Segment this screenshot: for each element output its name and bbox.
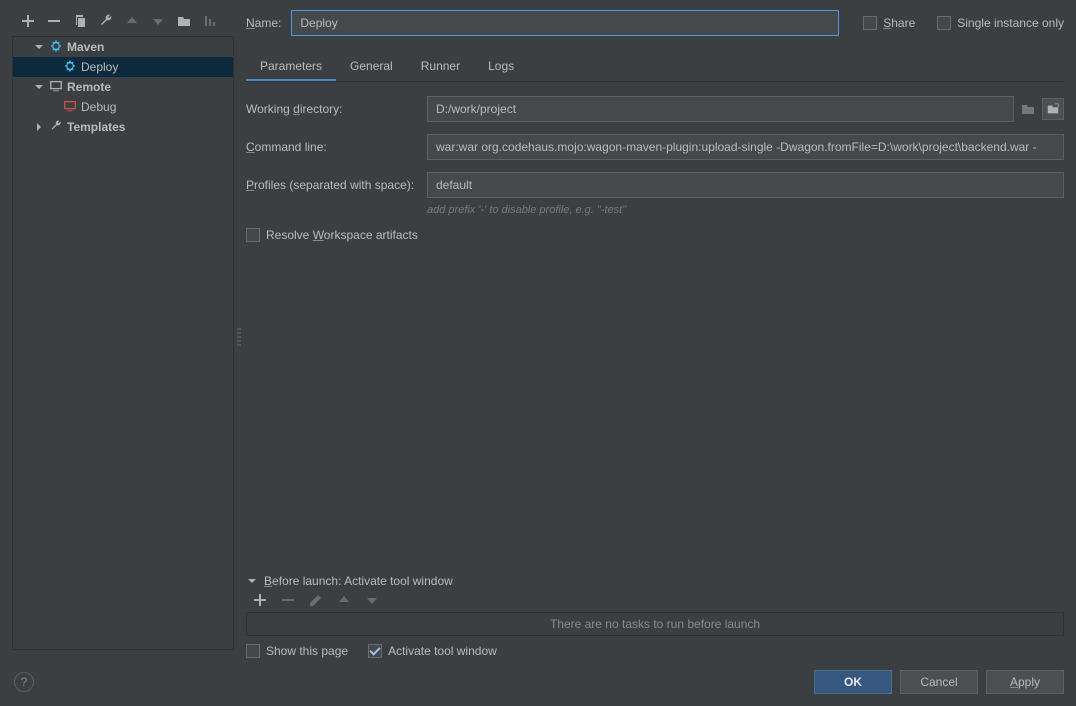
tree-group-templates[interactable]: Templates <box>13 117 233 137</box>
name-label: Name: <box>246 16 281 30</box>
move-down-icon[interactable] <box>150 13 166 29</box>
debug-icon <box>63 99 77 116</box>
move-up-icon[interactable] <box>124 13 140 29</box>
tree-label: Remote <box>67 80 111 94</box>
before-launch-list: There are no tasks to run before launch <box>246 612 1064 636</box>
help-button[interactable]: ? <box>14 672 34 692</box>
before-launch-empty: There are no tasks to run before launch <box>550 617 760 631</box>
command-line-label: Command line: <box>246 140 421 154</box>
split-handle[interactable] <box>236 8 242 650</box>
move-down-icon[interactable] <box>364 592 380 608</box>
tab-logs[interactable]: Logs <box>474 53 528 81</box>
tab-general[interactable]: General <box>336 53 407 81</box>
config-tree: Maven Deploy Remote Debug Templates <box>12 36 234 650</box>
profiles-input[interactable] <box>427 172 1064 198</box>
name-input[interactable] <box>291 10 839 36</box>
add-icon[interactable] <box>252 592 268 608</box>
move-up-icon[interactable] <box>336 592 352 608</box>
tree-label: Deploy <box>81 60 118 74</box>
ok-button[interactable]: OK <box>814 670 892 694</box>
chevron-down-icon <box>246 575 258 587</box>
before-launch-toolbar <box>246 588 1064 612</box>
tree-group-remote[interactable]: Remote <box>13 77 233 97</box>
remove-icon[interactable] <box>46 13 62 29</box>
chevron-right-icon <box>33 121 45 133</box>
insert-path-icon[interactable] <box>1042 98 1064 120</box>
remote-icon <box>49 79 63 96</box>
working-dir-label: Working directory: <box>246 102 421 116</box>
edit-icon[interactable] <box>308 592 324 608</box>
resolve-workspace-checkbox[interactable]: Resolve Workspace artifacts <box>246 228 418 242</box>
command-line-input[interactable] <box>427 134 1064 160</box>
tabs: Parameters General Runner Logs <box>246 52 1064 82</box>
single-instance-label: Single instance only <box>957 16 1064 30</box>
chevron-down-icon <box>33 41 45 53</box>
tree-group-maven[interactable]: Maven <box>13 37 233 57</box>
profiles-label: Profiles (separated with space): <box>246 178 421 192</box>
sort-icon[interactable] <box>202 13 218 29</box>
before-launch-header[interactable]: Before launch: Activate tool window Befo… <box>246 574 1064 588</box>
folder-icon[interactable] <box>176 13 192 29</box>
browse-folder-icon[interactable] <box>1020 101 1036 117</box>
single-instance-checkbox[interactable]: Single instance only <box>937 16 1064 30</box>
tree-label: Debug <box>81 100 116 114</box>
profiles-hint: add prefix '-' to disable profile, e.g. … <box>427 204 1064 216</box>
add-icon[interactable] <box>20 13 36 29</box>
tree-label: Maven <box>67 40 104 54</box>
tab-runner[interactable]: Runner <box>407 53 474 81</box>
share-checkbox[interactable]: SSharehare <box>863 16 915 30</box>
cancel-button[interactable]: Cancel <box>900 670 978 694</box>
activate-tool-checkbox[interactable]: Activate tool window <box>368 644 497 658</box>
maven-icon <box>49 39 63 56</box>
wrench-icon <box>49 119 63 136</box>
tree-label: Templates <box>67 120 125 134</box>
maven-icon <box>63 59 77 76</box>
copy-icon[interactable] <box>72 13 88 29</box>
tab-parameters[interactable]: Parameters <box>246 53 336 81</box>
working-dir-input[interactable] <box>427 96 1014 122</box>
apply-button[interactable]: ApplyApply <box>986 670 1064 694</box>
remove-icon[interactable] <box>280 592 296 608</box>
settings-wrench-icon[interactable] <box>98 13 114 29</box>
sidebar-toolbar <box>12 8 234 34</box>
chevron-down-icon <box>33 81 45 93</box>
show-page-checkbox[interactable]: Show this page <box>246 644 348 658</box>
tree-item-deploy[interactable]: Deploy <box>13 57 233 77</box>
tree-item-debug[interactable]: Debug <box>13 97 233 117</box>
